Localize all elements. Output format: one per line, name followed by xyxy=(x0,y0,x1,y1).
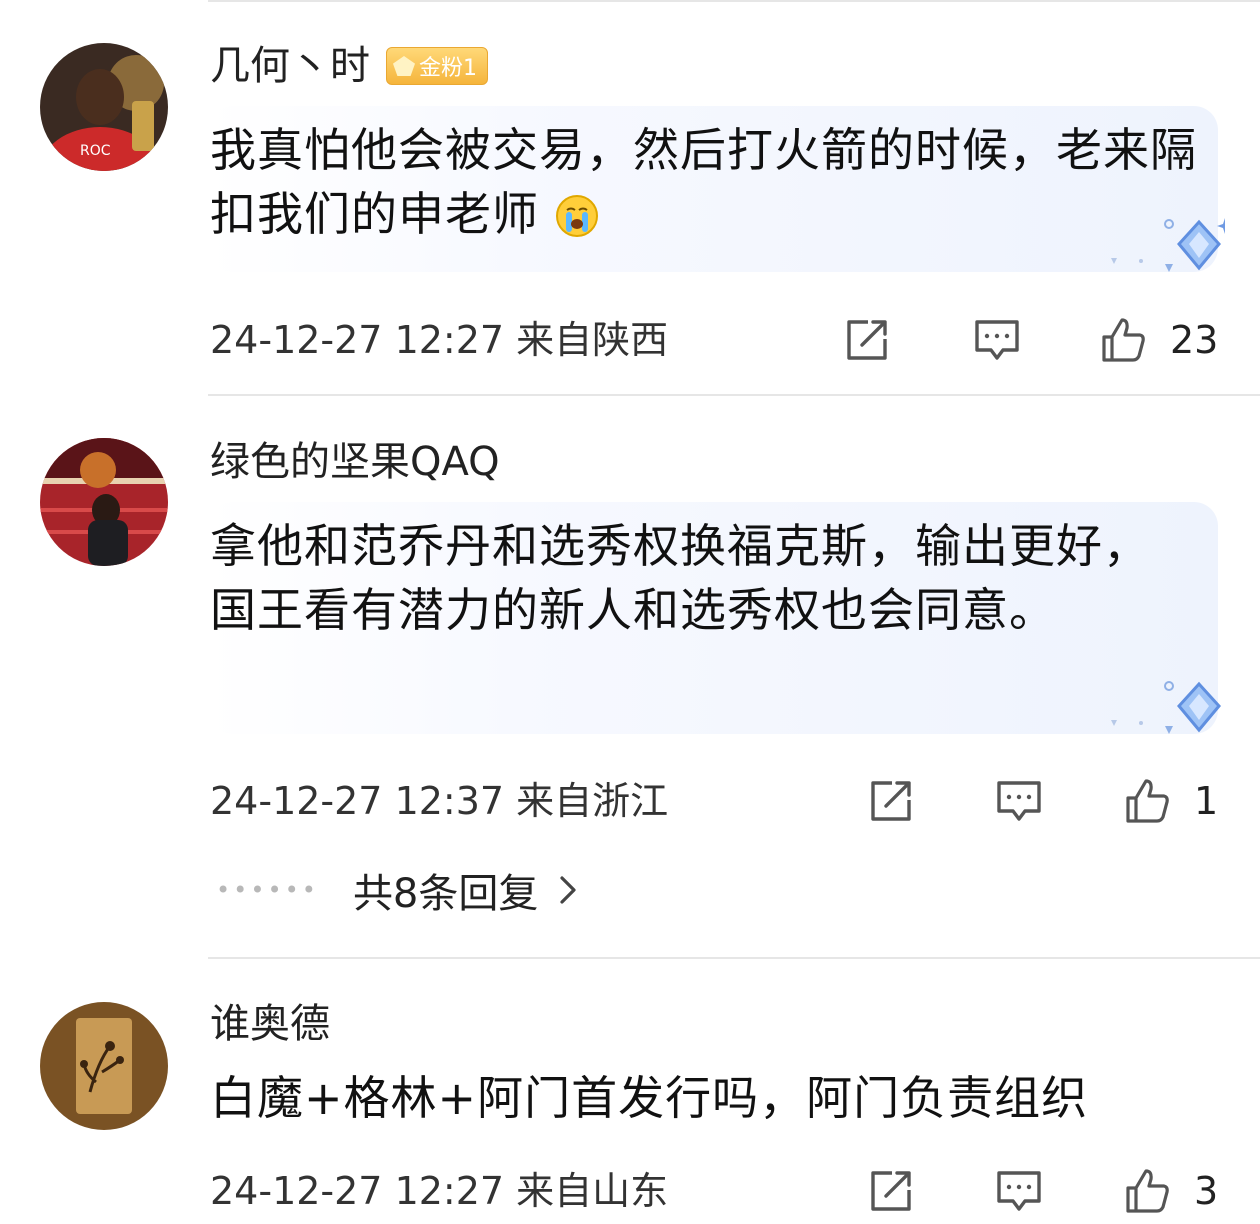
comment-icon xyxy=(975,320,1019,360)
comment-meta: 24-12-27 12:27 来自山东 3 xyxy=(210,1166,1220,1216)
diamond-decoration-icon xyxy=(1111,218,1225,272)
avatar[interactable]: ROC xyxy=(40,43,168,171)
comment-text: 白魔+格林+阿门首发行吗，阿门负责组织 xyxy=(210,1071,1089,1125)
comment-button[interactable] xyxy=(994,1166,1044,1216)
comment-button[interactable] xyxy=(994,776,1044,826)
comment-text-wrap: 白魔+格林+阿门首发行吗，阿门负责组织 xyxy=(210,1066,1200,1130)
comment-text: 拿他和范乔丹和选秀权换福克斯，输出更好，国王看有潜力的新人和选秀权也会同意。 xyxy=(210,519,1150,637)
share-button[interactable] xyxy=(866,1166,916,1216)
diamond-decoration-icon xyxy=(1111,681,1221,734)
dotted-line: •••••• xyxy=(216,876,319,904)
like-count: 1 xyxy=(1194,779,1219,823)
comment-icon xyxy=(997,1171,1041,1211)
username[interactable]: 几何丶时 xyxy=(210,46,370,86)
username[interactable]: 绿色的坚果QAQ xyxy=(210,442,500,482)
comment-text-wrap: 拿他和范乔丹和选秀权换福克斯，输出更好，国王看有潜力的新人和选秀权也会同意。 xyxy=(210,514,1150,642)
like-button[interactable]: 1 xyxy=(1122,776,1218,826)
avatar[interactable] xyxy=(40,438,168,566)
comment-text: 我真怕他会被交易，然后打火箭的时候，老来隔扣我们的申老师 xyxy=(210,123,1197,241)
comment-meta: 24-12-27 12:37 来自浙江 1 xyxy=(210,776,1220,826)
share-icon xyxy=(871,781,911,821)
username[interactable]: 谁奥德 xyxy=(210,1004,330,1044)
thumbs-up-icon xyxy=(1102,318,1145,362)
view-replies-link[interactable]: •••••• 共8条回复 xyxy=(216,862,578,918)
share-icon xyxy=(871,1171,911,1211)
replies-count-label: 共8条回复 xyxy=(352,871,539,917)
divider xyxy=(208,394,1260,396)
chevron-right-icon xyxy=(560,876,576,904)
comment-meta-info: 24-12-27 12:27 来自山东 xyxy=(210,1166,668,1216)
thumbs-up-icon xyxy=(1126,1169,1169,1213)
crying-face-emoji-icon xyxy=(555,195,598,237)
svg-text:ROC: ROC xyxy=(80,143,111,159)
like-count: 23 xyxy=(1170,318,1219,362)
badge-label: 金粉1 xyxy=(419,56,477,81)
comment-text-wrap: 我真怕他会被交易，然后打火箭的时候，老来隔扣我们的申老师 xyxy=(210,118,1200,246)
comment-date: 24-12-27 12:27 xyxy=(210,1169,505,1213)
comment-meta: 24-12-27 12:27 来自陕西 23 xyxy=(210,315,1220,365)
divider xyxy=(208,0,1260,2)
comment-icon xyxy=(997,781,1041,821)
like-button[interactable]: 3 xyxy=(1122,1166,1218,1216)
comment-meta-info: 24-12-27 12:27 来自陕西 xyxy=(210,315,668,365)
thumbs-up-icon xyxy=(1126,779,1169,823)
comment-date: 24-12-27 12:37 xyxy=(210,779,505,823)
share-icon xyxy=(847,320,887,360)
like-button[interactable]: 23 xyxy=(1098,315,1218,365)
like-count: 3 xyxy=(1194,1169,1219,1213)
crown-icon xyxy=(393,56,415,76)
share-button[interactable] xyxy=(842,315,892,365)
comment-date: 24-12-27 12:27 xyxy=(210,318,505,362)
avatar[interactable] xyxy=(40,1002,168,1130)
comment-location: 来自陕西 xyxy=(516,318,669,362)
fan-badge: 金粉1 xyxy=(386,47,488,85)
comment-location: 来自浙江 xyxy=(516,779,669,823)
comment-meta-info: 24-12-27 12:37 来自浙江 xyxy=(210,776,668,826)
comment-location: 来自山东 xyxy=(516,1169,669,1213)
comment-button[interactable] xyxy=(972,315,1022,365)
share-button[interactable] xyxy=(866,776,916,826)
divider xyxy=(208,957,1260,959)
